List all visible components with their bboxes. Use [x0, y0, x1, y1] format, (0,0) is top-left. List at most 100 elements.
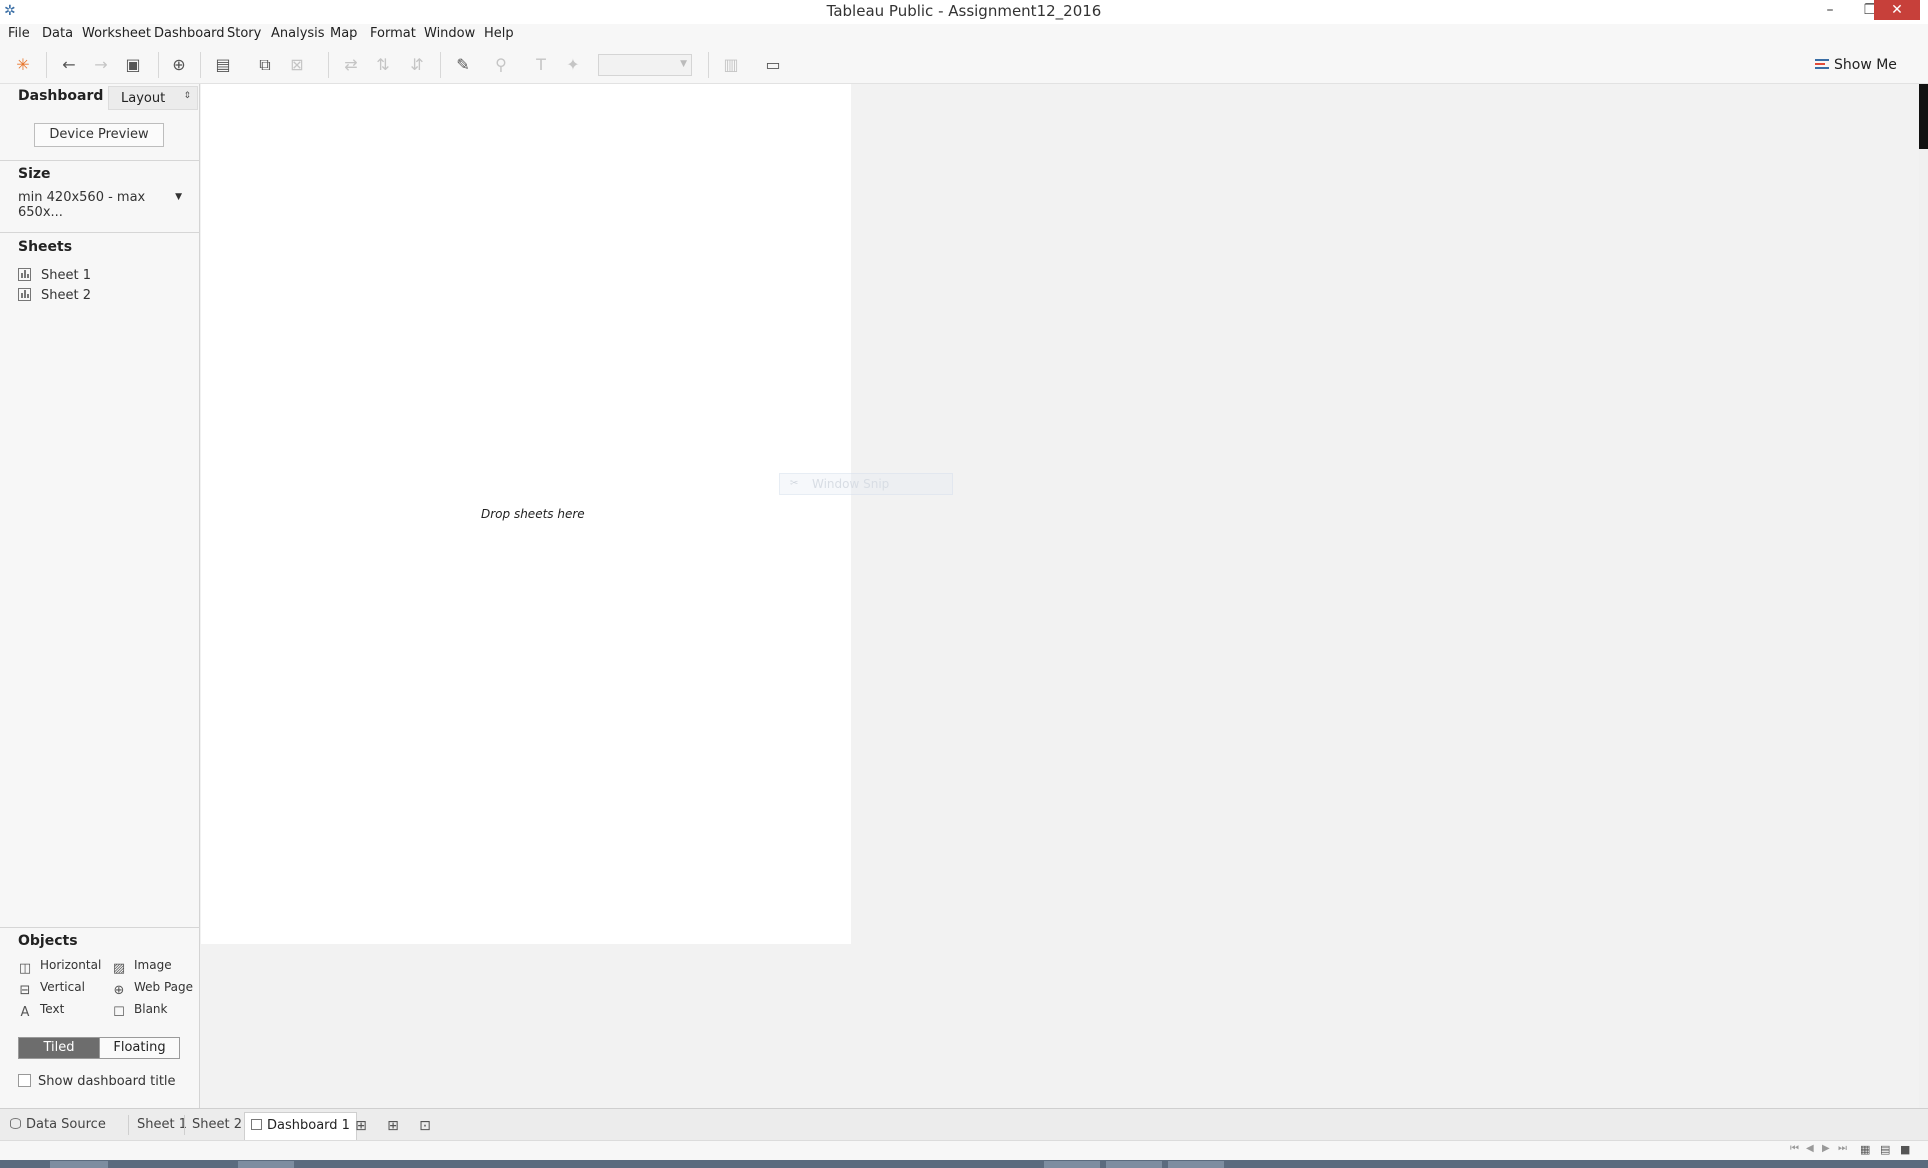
divider	[0, 927, 200, 928]
tab-dashboard-1-label: Dashboard 1	[267, 1118, 350, 1133]
tiled-toggle[interactable]: Tiled	[18, 1037, 100, 1059]
clear-sheet-icon[interactable]: ⊠	[286, 54, 308, 76]
taskbar-app[interactable]	[1044, 1161, 1100, 1168]
size-value: min 420x560 - max 650x...	[18, 190, 146, 220]
object-label: Vertical	[40, 980, 85, 994]
minimize-button[interactable]: –	[1810, 0, 1850, 20]
window-snip-label: Window Snip	[812, 477, 890, 491]
new-story-tab-icon[interactable]: ⊡	[416, 1117, 434, 1135]
swap-icon[interactable]: ⇄	[340, 54, 362, 76]
show-me-button[interactable]: Show Me	[1815, 54, 1897, 76]
tab-layout[interactable]: Layout ⇕	[108, 86, 198, 110]
divider	[0, 232, 200, 233]
save-icon[interactable]: ▣	[122, 54, 144, 76]
new-worksheet-tab-icon[interactable]: ⊞	[352, 1117, 370, 1135]
new-dashboard-tab-icon[interactable]: ⊞	[384, 1117, 402, 1135]
tableau-logo-icon[interactable]: ✳	[12, 54, 34, 76]
tab-dashboard[interactable]: Dashboard	[0, 84, 108, 110]
dashboard-workspace: Drop sheets here ✂ Window Snip	[201, 84, 1919, 1108]
duplicate-icon[interactable]: ⧉	[254, 54, 276, 76]
menu-analysis[interactable]: Analysis	[271, 26, 325, 41]
label-icon[interactable]: T	[530, 54, 552, 76]
window-title: Tableau Public - Assignment12_2016	[826, 2, 1102, 20]
presentation-icon[interactable]: ▭	[762, 54, 784, 76]
tab-separator	[128, 1115, 129, 1135]
sort-ascending-icon[interactable]: ⇅	[372, 54, 394, 76]
show-dashboard-title-checkbox[interactable]: Show dashboard title	[18, 1074, 176, 1089]
toolbar-separator	[158, 52, 159, 78]
sheet-item-2[interactable]: Sheet 2	[18, 288, 91, 306]
filmstrip-view-icon[interactable]: ▤	[1880, 1144, 1892, 1156]
sheet-tab-bar: Data Source Sheet 1 Sheet 2 Dashboard 1 …	[0, 1108, 1928, 1141]
dashboard-icon	[251, 1119, 262, 1130]
size-title: Size	[18, 166, 51, 182]
toolbar-separator	[440, 52, 441, 78]
last-page-icon[interactable]: ⏭	[1838, 1143, 1847, 1154]
tab-view-icon[interactable]: ■	[1900, 1144, 1912, 1156]
divider	[0, 160, 200, 161]
window-snip-overlay: ✂ Window Snip	[779, 473, 953, 495]
show-me-icon	[1815, 57, 1829, 71]
taskbar-app[interactable]	[50, 1161, 108, 1168]
dashboard-canvas[interactable]: Drop sheets here	[201, 84, 851, 944]
status-bar: ⏮ ◀ ▶ ⏭ ▦ ▤ ■	[0, 1140, 1928, 1160]
object-label: Text	[40, 1002, 65, 1016]
size-dropdown[interactable]: min 420x560 - max 650x... ▼	[18, 190, 182, 220]
scrollbar-thumb[interactable]	[1919, 84, 1928, 149]
group-icon[interactable]: ⚲	[490, 54, 512, 76]
sort-descending-icon[interactable]: ⇵	[406, 54, 428, 76]
tab-data-source[interactable]: Data Source	[10, 1117, 106, 1137]
menu-help[interactable]: Help	[484, 26, 514, 41]
dashboard-panel: Dashboard Layout ⇕ Device Preview Size m…	[0, 84, 200, 1108]
tab-layout-label: Layout	[121, 91, 166, 106]
tab-dashboard-1[interactable]: Dashboard 1	[244, 1112, 357, 1141]
tab-sheet-2[interactable]: Sheet 2	[192, 1117, 242, 1137]
redo-icon[interactable]: →	[90, 54, 112, 76]
vertical-scrollbar[interactable]	[1919, 84, 1928, 1108]
fit-dropdown[interactable]: ▼	[598, 54, 692, 76]
menu-story[interactable]: Story	[227, 26, 261, 41]
sheet-item-1[interactable]: Sheet 1	[18, 268, 91, 286]
close-button[interactable]: ✕	[1874, 0, 1920, 20]
pin-icon[interactable]: ✦	[562, 54, 584, 76]
next-page-icon[interactable]: ▶	[1822, 1143, 1830, 1154]
taskbar-app[interactable]	[238, 1161, 294, 1168]
worksheet-icon	[18, 268, 31, 281]
tab-data-source-label: Data Source	[26, 1117, 106, 1132]
horizontal-container-icon: ◫	[18, 961, 32, 976]
menu-map[interactable]: Map	[330, 26, 357, 41]
vertical-container-icon: ⊟	[19, 983, 31, 998]
menu-dashboard[interactable]: Dashboard	[154, 26, 225, 41]
object-vertical[interactable]: ⊟ Vertical	[18, 980, 85, 998]
new-data-source-icon[interactable]: ⊕	[168, 54, 190, 76]
object-web-page[interactable]: ⊕ Web Page	[112, 980, 193, 998]
object-horizontal[interactable]: ◫ Horizontal	[18, 958, 101, 976]
tab-sheet-1[interactable]: Sheet 1	[137, 1117, 187, 1137]
menu-worksheet[interactable]: Worksheet	[82, 26, 151, 41]
new-worksheet-icon[interactable]: ▤	[212, 54, 234, 76]
drop-sheets-hint: Drop sheets here	[481, 507, 585, 521]
menu-format[interactable]: Format	[370, 26, 416, 41]
toolbar-separator	[328, 52, 329, 78]
image-icon: ▨	[112, 961, 126, 976]
device-preview-button[interactable]: Device Preview	[34, 123, 164, 147]
object-text[interactable]: A Text	[18, 1002, 65, 1020]
menu-data[interactable]: Data	[42, 26, 73, 41]
undo-icon[interactable]: ←	[58, 54, 80, 76]
toolbar-separator	[708, 52, 709, 78]
show-cards-icon[interactable]: ▥	[720, 54, 742, 76]
taskbar-app[interactable]	[1168, 1161, 1224, 1168]
floating-toggle[interactable]: Floating	[99, 1037, 180, 1059]
prev-page-icon[interactable]: ◀	[1806, 1143, 1814, 1154]
taskbar-app[interactable]	[1106, 1161, 1162, 1168]
globe-icon: ⊕	[113, 983, 125, 998]
menu-window[interactable]: Window	[424, 26, 475, 41]
menu-file[interactable]: File	[8, 26, 30, 41]
object-blank[interactable]: ☐ Blank	[112, 1002, 167, 1020]
highlight-icon[interactable]: ✎	[452, 54, 474, 76]
show-me-label: Show Me	[1834, 57, 1897, 73]
object-image[interactable]: ▨ Image	[112, 958, 172, 976]
sorter-view-icon[interactable]: ▦	[1860, 1144, 1872, 1156]
first-page-icon[interactable]: ⏮	[1790, 1143, 1799, 1154]
chevron-updown-icon: ⇕	[183, 91, 191, 101]
